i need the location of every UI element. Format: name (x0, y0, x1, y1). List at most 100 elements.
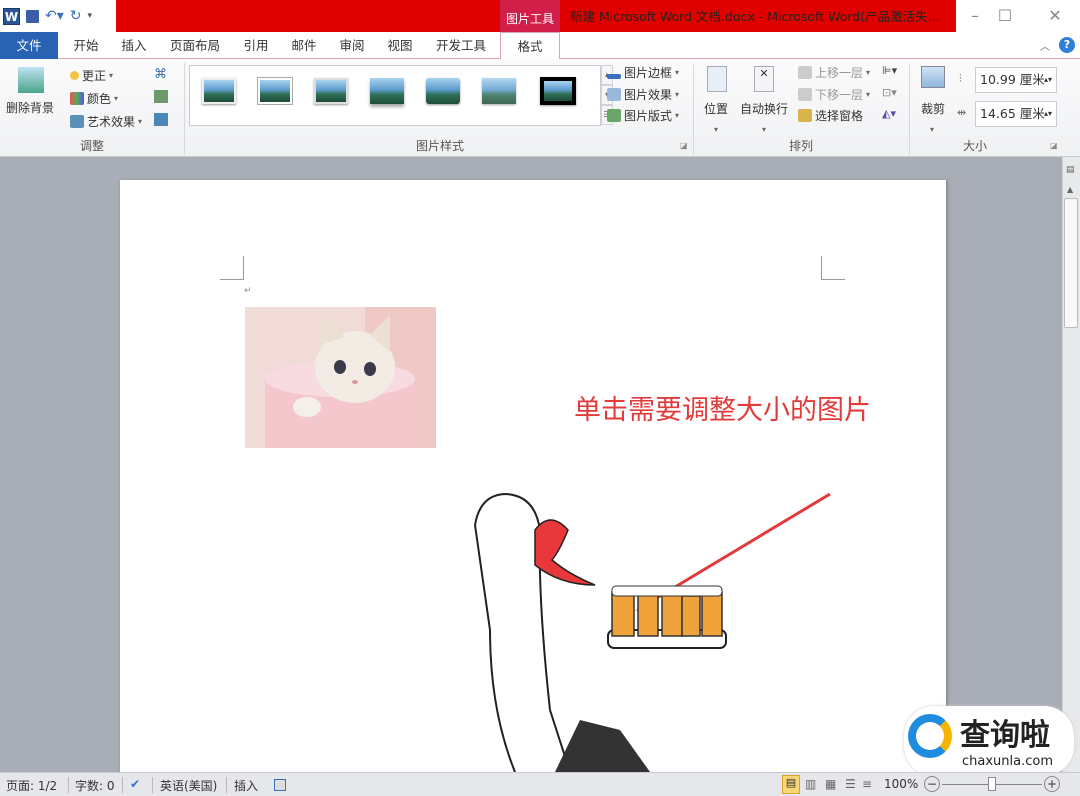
tab-home[interactable]: 开始 (64, 32, 108, 59)
bring-forward-label: 上移一层 (815, 66, 864, 80)
style-thumb[interactable] (482, 78, 516, 104)
title-bar-fill (116, 0, 500, 32)
height-input[interactable]: 10.99 厘米 ▴▾ (975, 67, 1057, 93)
watermark-logo: 查询啦 chaxunla.com (904, 706, 1074, 776)
dialog-launcher-icon[interactable]: ◪ (680, 141, 688, 150)
tab-insert[interactable]: 插入 (112, 32, 156, 59)
reset-picture-icon[interactable] (154, 113, 168, 126)
rotate-icon[interactable]: ◭▾ (882, 107, 896, 120)
style-thumb[interactable] (202, 78, 236, 104)
tab-view[interactable]: 视图 (378, 32, 422, 59)
full-screen-view-icon[interactable]: ▥ (805, 777, 816, 791)
draft-view-icon[interactable]: ≡ (862, 777, 872, 791)
annotation-text: 单击需要调整大小的图片 (574, 395, 871, 426)
proofing-icon[interactable]: ✔ (130, 777, 140, 791)
tab-page-layout[interactable]: 页面布局 (162, 32, 228, 59)
bring-forward-icon (798, 66, 812, 79)
group-label-size: 大小 (962, 139, 987, 153)
tab-review[interactable]: 审阅 (330, 32, 374, 59)
group-icon[interactable]: ⊡▾ (882, 86, 897, 99)
word-count[interactable]: 字数: 0 (75, 777, 115, 794)
tab-references[interactable]: 引用 (234, 32, 278, 59)
height-value: 10.99 厘米 (980, 72, 1045, 87)
kitten-image[interactable] (245, 307, 436, 448)
style-thumb[interactable] (426, 78, 460, 104)
zoom-in-button[interactable]: + (1044, 776, 1060, 792)
web-layout-view-icon[interactable]: ▦ (825, 777, 836, 791)
artistic-effects-label: 艺术效果 (87, 115, 136, 129)
send-backward-icon (798, 88, 812, 101)
ribbon: 删除背景 更正▾ 颜色▾ 艺术效果▾ ⌘ 调整 ▴ ▾ ☰ 图片边框▾ 图片效果… (0, 59, 1080, 157)
tab-format[interactable]: 格式 (500, 32, 560, 60)
zoom-level[interactable]: 100% (884, 777, 918, 791)
divider (68, 777, 69, 793)
align-icon[interactable]: ⊫▾ (882, 64, 897, 77)
crop-button[interactable]: 裁剪 (921, 100, 945, 117)
outline-view-icon[interactable]: ☰ (845, 777, 856, 791)
color-label: 颜色 (87, 92, 112, 106)
picture-styles-gallery (189, 65, 601, 126)
macro-record-icon[interactable] (274, 779, 286, 791)
remove-background-icon (18, 67, 44, 93)
customize-qat-icon[interactable]: ▾ (88, 11, 93, 21)
zoom-slider-thumb[interactable] (988, 777, 996, 791)
style-thumb[interactable] (314, 78, 348, 104)
paragraph-mark: ↵ (244, 286, 252, 296)
document-page[interactable]: ↵ 单击需要调整大小的图片 (120, 180, 946, 772)
width-input[interactable]: 14.65 厘米 ▴▾ (975, 101, 1057, 127)
height-icon: ⫶ (959, 72, 962, 85)
picture-layout-button[interactable]: 图片版式 ▾ (607, 107, 679, 124)
undo-icon[interactable]: ↶▾ (45, 8, 64, 24)
collapse-ribbon-icon[interactable]: ︿ (1040, 38, 1050, 53)
close-button[interactable]: ✕ (1040, 4, 1070, 28)
change-picture-icon[interactable] (154, 90, 168, 103)
divider (122, 777, 123, 793)
style-thumb[interactable] (540, 77, 576, 105)
minimize-button[interactable]: – (960, 4, 990, 28)
status-bar: 页面: 1/2 字数: 0 ✔ 英语(美国) 插入 ▤ ▥ ▦ ☰ ≡ 100%… (0, 772, 1080, 796)
scroll-up-icon[interactable]: ▲ (1067, 185, 1073, 194)
style-thumb[interactable] (370, 78, 404, 104)
color-button[interactable]: 颜色 ▾ (70, 90, 118, 107)
compress-pictures-icon[interactable]: ⌘ (154, 67, 167, 82)
picture-border-label: 图片边框 (624, 66, 673, 80)
selection-pane-label: 选择窗格 (815, 109, 864, 123)
ruler-toggle-icon[interactable]: ▤ (1066, 165, 1075, 175)
width-value: 14.65 厘米 (980, 106, 1045, 121)
artistic-effects-button[interactable]: 艺术效果 ▾ (70, 113, 142, 130)
zoom-out-button[interactable]: − (924, 776, 940, 792)
picture-border-button[interactable]: 图片边框 ▾ (607, 64, 679, 81)
quick-access-toolbar: W ↶▾ ↻ ▾ (0, 0, 116, 32)
divider (184, 63, 185, 155)
scrollbar-thumb[interactable] (1064, 198, 1078, 328)
wrap-text-icon: ✕ (754, 66, 774, 92)
picture-effects-button[interactable]: 图片效果 ▾ (607, 86, 679, 103)
tab-file[interactable]: 文件 (0, 32, 58, 59)
style-thumb[interactable] (258, 78, 292, 104)
position-caret-icon: ▾ (714, 125, 719, 134)
ribbon-tabs: 文件 开始 插入 页面布局 引用 邮件 审阅 视图 开发工具 格式 ︿ ? (0, 32, 1080, 60)
tab-developer[interactable]: 开发工具 (428, 32, 494, 59)
crop-icon (921, 66, 945, 88)
send-backward-button[interactable]: 下移一层 ▾ (798, 86, 870, 103)
goose-drawing-image[interactable] (420, 480, 850, 772)
print-layout-view-icon[interactable]: ▤ (782, 775, 800, 794)
position-button[interactable]: 位置 (704, 100, 728, 117)
remove-background-button[interactable]: 删除背景 (6, 99, 54, 116)
language[interactable]: 英语(美国) (160, 777, 217, 794)
page-count[interactable]: 页面: 1/2 (6, 777, 57, 794)
size-dialog-launcher-icon[interactable]: ◪ (1050, 141, 1058, 150)
redo-icon[interactable]: ↻ (70, 8, 82, 24)
wrap-text-button[interactable]: 自动换行 (740, 100, 788, 117)
save-icon[interactable] (26, 9, 39, 23)
insert-mode[interactable]: 插入 (234, 777, 258, 794)
corrections-button[interactable]: 更正 ▾ (70, 67, 113, 84)
selection-pane-button[interactable]: 选择窗格 (798, 107, 863, 124)
bring-forward-button[interactable]: 上移一层 ▾ (798, 64, 870, 81)
maximize-button[interactable]: ☐ (990, 4, 1020, 28)
help-icon[interactable]: ? (1059, 37, 1075, 53)
tab-mailings[interactable]: 邮件 (282, 32, 326, 59)
group-label-arrange: 排列 (788, 139, 813, 153)
picture-effects-label: 图片效果 (624, 88, 673, 102)
word-app-icon[interactable]: W (3, 7, 20, 25)
